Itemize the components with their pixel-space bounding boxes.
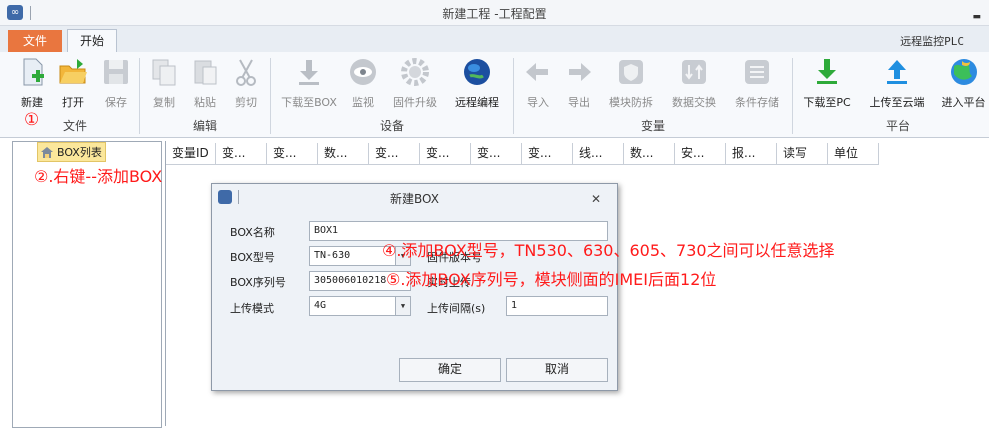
gear-icon xyxy=(401,58,429,86)
cut-button[interactable]: 剪切 xyxy=(228,56,264,112)
tree-item-label: BOX列表 xyxy=(57,146,102,159)
box-model-value: TN-630 xyxy=(314,250,351,261)
copy-icon xyxy=(152,59,176,86)
group-separator xyxy=(139,58,140,134)
ok-button[interactable]: 确定 xyxy=(399,358,501,382)
window-title: 新建工程 -工程配置 xyxy=(442,7,547,21)
group-separator xyxy=(513,58,514,134)
grid-column-header[interactable]: 数... xyxy=(624,143,675,164)
import-icon xyxy=(526,63,548,81)
minimize-icon[interactable]: ▬ xyxy=(972,12,981,22)
upload-interval-input[interactable]: 1 xyxy=(506,296,608,316)
annotation-step-4: ④.添加BOX型号，TN530、630、605、730之间可以任意选择 xyxy=(382,241,835,260)
export-icon xyxy=(569,63,591,81)
remote-programming-button[interactable]: 远程编程 xyxy=(450,56,504,112)
annotation-step-2: ②.右键--添加BOX xyxy=(34,167,163,186)
platform-icon xyxy=(950,59,977,85)
exchange-icon xyxy=(682,60,706,84)
enter-platform-button[interactable]: 进入平台 xyxy=(938,56,989,112)
export-button[interactable]: 导出 xyxy=(561,56,597,112)
condition-storage-button[interactable]: 条件存储 xyxy=(730,56,784,112)
grid-column-header[interactable]: 读写 xyxy=(777,143,828,164)
close-icon[interactable]: ✕ xyxy=(591,192,601,206)
list-icon xyxy=(745,60,769,84)
copy-button[interactable]: 复制 xyxy=(146,56,182,112)
annotation-step-1: ① xyxy=(24,110,40,130)
new-button[interactable]: 新建 xyxy=(14,56,50,112)
download-to-box-button[interactable]: 下载至BOX xyxy=(278,56,340,112)
upload-interval-label: 上传间隔(s) xyxy=(427,302,486,315)
upload-cloud-icon xyxy=(887,60,907,84)
monitor-button[interactable]: 监视 xyxy=(345,56,381,112)
group-separator xyxy=(792,58,793,134)
download-icon xyxy=(299,60,319,85)
grid-column-header[interactable]: 变... xyxy=(216,143,267,164)
cut-icon xyxy=(236,59,256,86)
new-file-icon xyxy=(23,58,44,86)
grid-column-header[interactable]: 安... xyxy=(675,143,726,164)
cancel-button[interactable]: 取消 xyxy=(506,358,608,382)
grid-column-header[interactable]: 变... xyxy=(420,143,471,164)
dialog-title: 新建BOX xyxy=(390,192,439,206)
save-icon xyxy=(104,60,128,84)
save-button[interactable]: 保存 xyxy=(98,56,134,112)
grid-column-header[interactable]: 变... xyxy=(267,143,318,164)
download-to-pc-button[interactable]: 下载至PC xyxy=(800,56,854,112)
open-button[interactable]: 打开 xyxy=(55,56,91,112)
box-model-label: BOX型号 xyxy=(230,251,275,264)
title-bar: ∞ 新建工程 -工程配置 ▬ xyxy=(0,0,989,26)
grid-column-header[interactable]: 变量ID xyxy=(166,143,216,164)
grid-column-header[interactable]: 变... xyxy=(369,143,420,164)
group-label-edit: 编辑 xyxy=(192,119,217,133)
group-label-platform: 平台 xyxy=(885,119,910,133)
tree-item-box-list[interactable]: BOX列表 xyxy=(37,142,106,162)
paste-button[interactable]: 粘贴 xyxy=(187,56,223,112)
grid-column-header[interactable]: 变... xyxy=(522,143,573,164)
shield-icon xyxy=(619,60,643,84)
chevron-down-icon[interactable]: ▼ xyxy=(395,297,410,315)
ribbon-tab-row: 文件 开始 远程监控PLC xyxy=(0,26,989,53)
grid-column-header[interactable]: 报... xyxy=(726,143,777,164)
globe-icon xyxy=(464,59,490,85)
grid-header: 变量ID 变... 变... 数... 变... 变... 变... 变... … xyxy=(166,143,879,165)
box-serial-label: BOX序列号 xyxy=(230,276,286,289)
anti-tamper-button[interactable]: 模块防拆 xyxy=(604,56,658,112)
grid-column-header[interactable]: 单位 xyxy=(828,143,879,164)
import-button[interactable]: 导入 xyxy=(520,56,556,112)
data-exchange-button[interactable]: 数据交换 xyxy=(667,56,721,112)
open-folder-icon xyxy=(59,59,87,84)
ribbon: 新建 打开 保存 复制 粘贴 剪切 下载至BOX 监视 固件升级 远程编程 导入… xyxy=(0,52,989,138)
tab-start[interactable]: 开始 xyxy=(67,29,117,53)
box-name-label: BOX名称 xyxy=(230,226,275,239)
paste-icon xyxy=(194,60,217,85)
annotation-step-5: ⑤.添加BOX序列号，模块侧面的IMEI后面12位 xyxy=(386,270,717,289)
upload-mode-select[interactable]: 4G ▼ xyxy=(309,296,411,316)
upload-mode-label: 上传模式 xyxy=(230,302,274,315)
remote-monitor-label[interactable]: 远程监控PLC xyxy=(900,33,964,49)
upload-to-cloud-button[interactable]: 上传至云端 xyxy=(864,56,930,112)
download-pc-icon xyxy=(817,59,837,84)
tab-file[interactable]: 文件 xyxy=(8,30,62,52)
group-label-file: 文件 xyxy=(62,119,87,133)
group-label-device: 设备 xyxy=(379,119,404,133)
group-label-variable: 变量 xyxy=(640,119,665,133)
firmware-upgrade-button[interactable]: 固件升级 xyxy=(388,56,442,112)
home-icon xyxy=(41,146,53,158)
grid-column-header[interactable]: 数... xyxy=(318,143,369,164)
upload-mode-value: 4G xyxy=(314,300,327,311)
eye-icon xyxy=(350,59,376,85)
group-separator xyxy=(270,58,271,134)
grid-column-header[interactable]: 线... xyxy=(573,143,624,164)
grid-column-header[interactable]: 变... xyxy=(471,143,522,164)
